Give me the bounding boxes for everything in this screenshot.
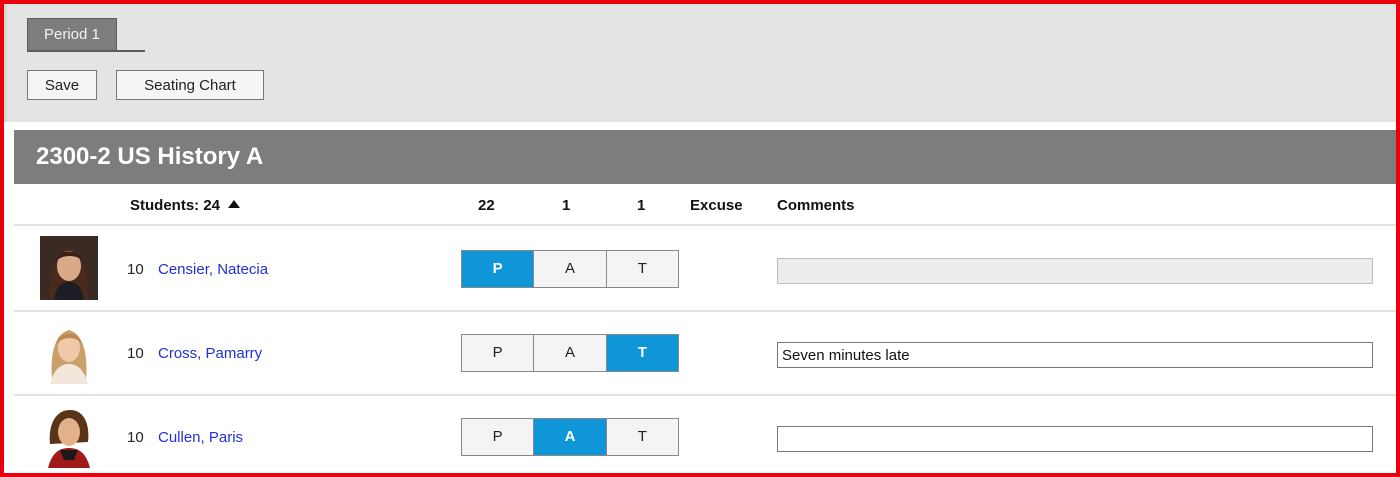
tab-underline	[27, 50, 145, 52]
absent-button[interactable]: A	[534, 419, 607, 455]
tardy-button[interactable]: T	[607, 251, 678, 287]
present-button[interactable]: P	[462, 251, 535, 287]
toolbar: Period 1 Save Seating Chart	[4, 4, 1396, 122]
comment-field[interactable]	[777, 426, 1373, 452]
seating-chart-button[interactable]: Seating Chart	[116, 70, 264, 100]
present-button[interactable]: P	[462, 335, 535, 371]
present-count: 22	[478, 197, 495, 214]
student-row: 10 Cross, Pamarry P A T	[14, 312, 1396, 396]
absent-count: 1	[562, 197, 571, 214]
tab-period-1[interactable]: Period 1	[27, 18, 117, 51]
student-row: 10 Censier, Natecia P A T	[14, 228, 1396, 312]
save-button[interactable]: Save	[27, 70, 97, 100]
absent-button[interactable]: A	[534, 251, 607, 287]
student-photo-avatar	[40, 236, 98, 300]
student-photo-avatar	[40, 320, 98, 384]
student-photo-avatar	[40, 404, 98, 468]
absent-button[interactable]: A	[534, 335, 607, 371]
column-header-row: Students: 24 22 1 1 Excuse Comments	[14, 186, 1396, 226]
tardy-button[interactable]: T	[606, 335, 678, 371]
comment-field[interactable]	[777, 342, 1373, 368]
tardy-button[interactable]: T	[607, 419, 678, 455]
grade-level: 10	[127, 345, 144, 362]
attendance-frame: Period 1 Save Seating Chart 2300-2 US Hi…	[0, 0, 1400, 477]
excuse-header: Excuse	[690, 197, 743, 214]
student-name-link[interactable]: Cross, Pamarry	[158, 312, 262, 396]
comments-header: Comments	[777, 197, 855, 214]
attendance-toggle-group: P A T	[461, 334, 679, 372]
student-row: 10 Cullen, Paris P A T	[14, 396, 1396, 473]
comment-field[interactable]	[777, 258, 1373, 284]
section-title: 2300-2 US History A	[14, 130, 1396, 184]
student-name-link[interactable]: Censier, Natecia	[158, 228, 268, 312]
tardy-count: 1	[637, 197, 646, 214]
grade-level: 10	[127, 261, 144, 278]
attendance-toggle-group: P A T	[461, 250, 679, 288]
present-button[interactable]: P	[462, 419, 535, 455]
sort-ascending-icon[interactable]	[228, 200, 241, 209]
attendance-toggle-group: P A T	[461, 418, 679, 456]
students-header[interactable]: Students: 24	[130, 186, 241, 226]
grade-level: 10	[127, 429, 144, 446]
student-name-link[interactable]: Cullen, Paris	[158, 396, 243, 473]
students-count-label: Students: 24	[130, 197, 221, 214]
